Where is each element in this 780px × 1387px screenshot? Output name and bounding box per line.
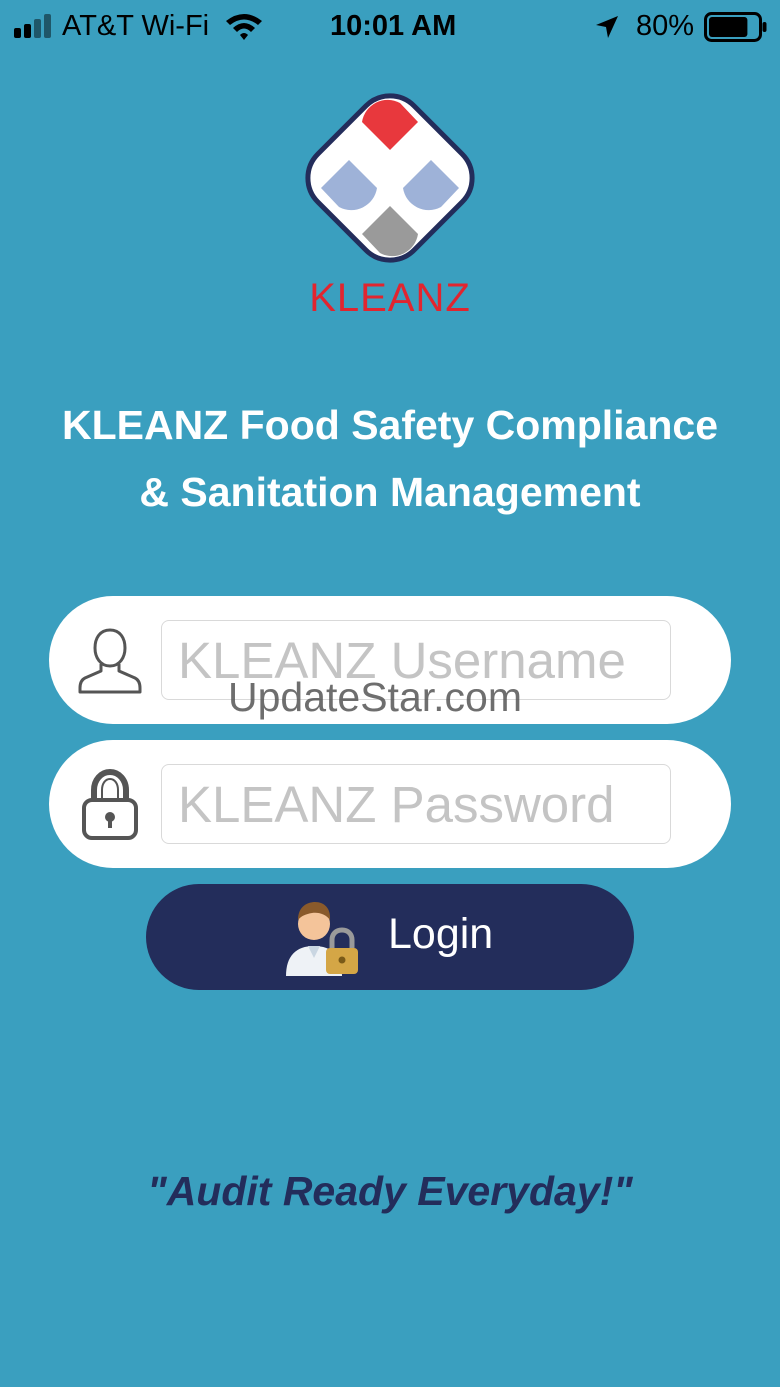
- kleanz-logo: [305, 93, 475, 263]
- username-field-container: [49, 596, 731, 724]
- password-field-container: [49, 740, 731, 868]
- login-screen: AT&T Wi-Fi 10:01 AM 80% KLEANZ KLEANZ Fo…: [0, 0, 780, 1387]
- battery-icon: [704, 12, 767, 42]
- password-input[interactable]: [161, 764, 671, 844]
- tagline: "Audit Ready Everyday!": [147, 1168, 633, 1214]
- login-button-label: Login: [388, 910, 494, 958]
- username-input[interactable]: [161, 620, 671, 700]
- app-headline: KLEANZ Food Safety Compliance & Sanitati…: [20, 392, 760, 526]
- user-icon: [78, 628, 142, 694]
- carrier-label: AT&T Wi-Fi: [62, 10, 210, 42]
- lock-icon: [82, 768, 138, 840]
- user-lock-icon: [286, 902, 358, 976]
- logo-wordmark: KLEANZ: [309, 276, 471, 320]
- headline-line-2: & Sanitation Management: [139, 469, 641, 515]
- status-bar: AT&T Wi-Fi 10:01 AM 80%: [0, 0, 780, 54]
- battery-percent: 80%: [636, 10, 695, 42]
- clock: 10:01 AM: [330, 10, 457, 42]
- headline-line-1: KLEANZ Food Safety Compliance: [61, 402, 719, 448]
- signal-icon: [14, 14, 54, 38]
- login-button[interactable]: Login: [146, 884, 634, 990]
- wifi-icon: [226, 14, 262, 40]
- location-arrow-icon: [596, 16, 618, 38]
